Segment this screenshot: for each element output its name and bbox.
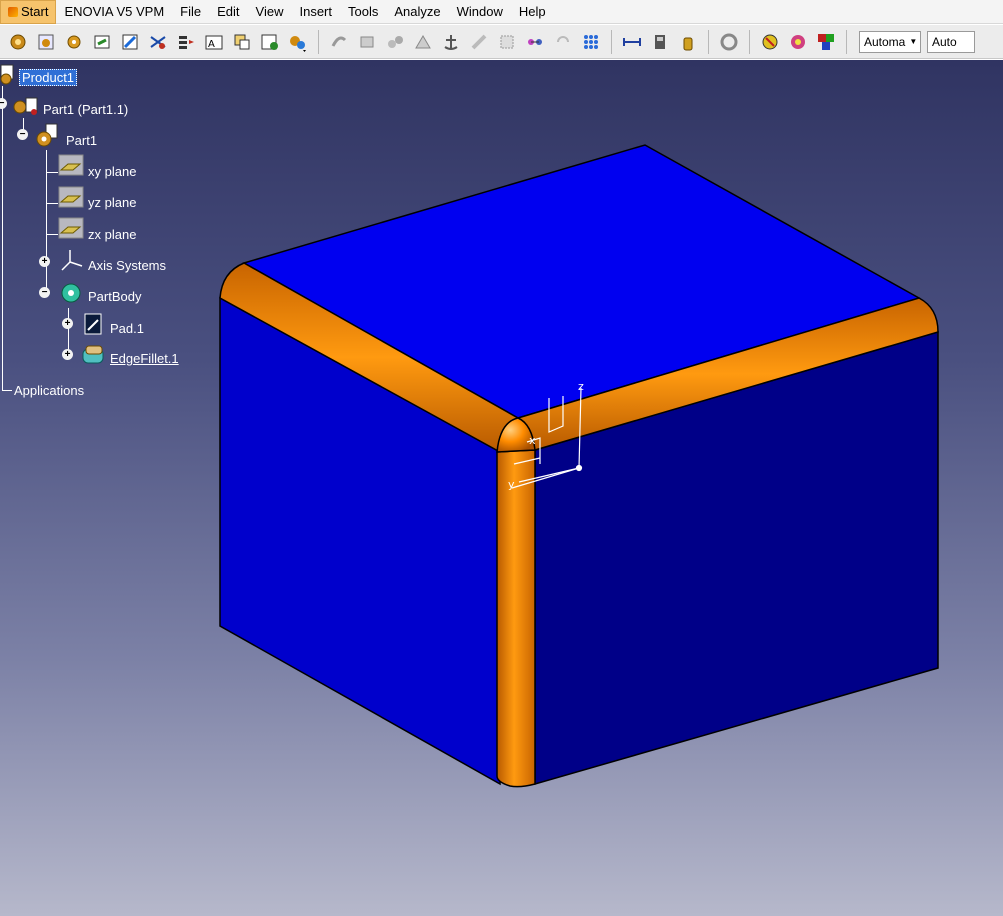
tree-item-yz-plane[interactable]: yz plane [88,195,136,210]
product-icon [0,64,14,85]
tree-connector [46,203,58,204]
plane-icon [58,154,84,176]
apply-material-icon[interactable] [814,30,838,54]
toolbar-separator [749,29,750,54]
expand-button[interactable]: + [62,318,73,329]
expand-button[interactable]: + [39,256,50,267]
flexible-subassembly-icon[interactable] [523,30,547,54]
menu-view[interactable]: View [248,1,292,23]
plane-icon [58,186,84,208]
existing-component-icon[interactable] [118,30,142,54]
constraint-coincidence-icon[interactable] [327,30,351,54]
generate-numbering-icon[interactable]: A [202,30,226,54]
collapse-button[interactable]: − [39,287,50,298]
tree-connector [68,308,69,355]
edge-fillet-icon [82,345,104,364]
replace-component-icon[interactable] [146,30,170,54]
menu-insert[interactable]: Insert [291,1,340,23]
catalog-browser-icon[interactable] [758,30,782,54]
tree-item-product[interactable]: Product1 [19,69,78,86]
toolbar: A Automa ▼ Auto [0,25,1003,59]
tree-item-pad[interactable]: Pad.1 [110,321,144,336]
menu-window[interactable]: Window [449,1,511,23]
axis-y-label: y [508,478,515,491]
toolbar-separator [708,29,709,54]
multi-instantiation-icon[interactable] [286,30,310,54]
graph-tree-reordering-icon[interactable] [174,30,198,54]
gear-assembly-icon[interactable] [6,30,30,54]
measure-item-icon[interactable] [648,30,672,54]
reuse-pattern-icon[interactable] [579,30,603,54]
menu-help[interactable]: Help [511,1,554,23]
expand-button[interactable]: + [62,349,73,360]
edge-fillet-vertical[interactable] [496,449,536,788]
new-component-icon[interactable] [34,30,58,54]
mode-select[interactable]: Auto [927,30,975,53]
part-instance-icon [13,97,38,115]
specification-tree: Product1 − Part1 (Part1.1) − Part1 xy pl… [0,60,260,420]
tree-item-part-instance[interactable]: Part1 (Part1.1) [43,102,128,117]
measure-inertia-icon[interactable] [676,30,700,54]
constraint-contact-icon[interactable] [355,30,379,54]
tree-connector [2,86,3,391]
update-icon[interactable] [717,30,741,54]
menu-file[interactable]: File [172,1,209,23]
collapse-button[interactable]: − [0,98,7,109]
tree-item-applications[interactable]: Applications [14,383,84,398]
toolbar-separator [846,29,847,54]
render-style-icon[interactable] [786,30,810,54]
svg-text:A: A [208,39,215,50]
tree-item-edge-fillet[interactable]: EdgeFillet.1 [110,351,179,366]
menu-edit[interactable]: Edit [209,1,247,23]
tree-item-part[interactable]: Part1 [66,133,97,148]
part-icon [36,123,58,147]
change-constraint-icon[interactable] [551,30,575,54]
axis-z-label: z [578,380,584,393]
dropdown-arrow-icon: ▼ [909,37,918,46]
tree-connector [46,234,58,235]
layer-select[interactable]: Automa ▼ [859,30,921,53]
tree-connector [2,390,12,391]
part-body-icon [61,283,81,303]
tree-item-xy-plane[interactable]: xy plane [88,164,136,179]
menu-bar: Start ENOVIA V5 VPM File Edit View Inser… [0,0,1003,24]
toolbar-separator [611,29,612,54]
new-product-icon[interactable] [62,30,86,54]
manage-representations-icon[interactable] [258,30,282,54]
start-icon [8,6,18,17]
axis-x-label: x [529,434,536,447]
tree-item-axis-systems[interactable]: Axis Systems [88,258,166,273]
menu-enovia[interactable]: ENOVIA V5 VPM [56,1,172,23]
plane-icon [58,217,84,239]
collapse-button[interactable]: − [17,129,28,140]
fix-component-icon[interactable] [439,30,463,54]
menu-start[interactable]: Start [0,0,57,24]
tree-item-zx-plane[interactable]: zx plane [88,227,136,242]
tree-item-part-body[interactable]: PartBody [88,289,141,304]
new-part-icon[interactable] [90,30,114,54]
3d-viewport[interactable]: z x y Product1 − Part1 (Part1.1) − Part1… [0,60,1003,916]
menu-analyze[interactable]: Analyze [386,1,448,23]
quick-constraint-icon[interactable] [495,30,519,54]
selective-load-icon[interactable] [230,30,254,54]
constraint-offset-icon[interactable] [383,30,407,54]
axis-systems-icon [61,250,83,271]
fix-together-icon[interactable] [467,30,491,54]
constraint-angle-icon[interactable] [411,30,435,54]
measure-between-icon[interactable] [620,30,644,54]
pad-icon [84,313,102,335]
toolbar-separator [318,29,319,54]
menu-tools[interactable]: Tools [340,1,386,23]
tree-connector [46,172,58,173]
